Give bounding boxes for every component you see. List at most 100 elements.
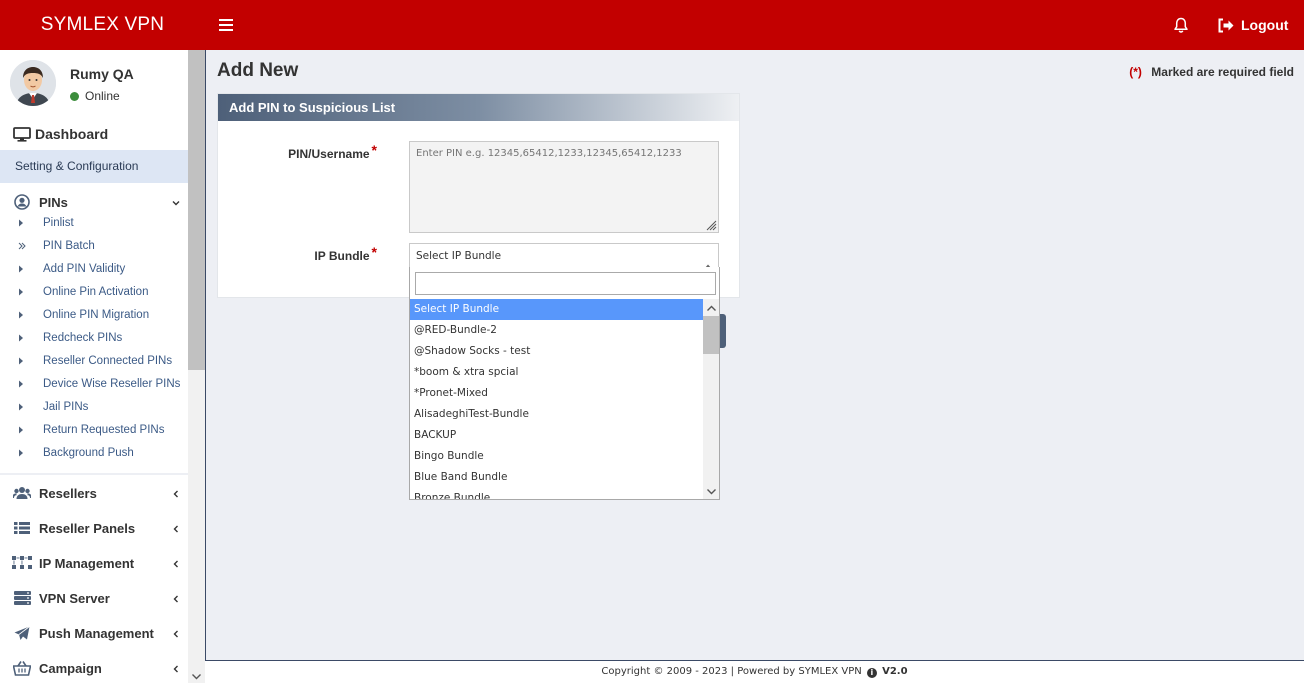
footer-copyright: Copyright © 2009 - 2023 | Powered by SYM… xyxy=(601,666,862,677)
chevron-down-icon xyxy=(172,196,180,208)
sidebar-item-label: Reseller Connected PINs xyxy=(43,355,173,367)
sidebar-item-redcheck-pins[interactable]: Redcheck PINs xyxy=(0,328,188,348)
sidebar-item-label: Pinlist xyxy=(43,217,74,229)
dropdown-option[interactable]: Select IP Bundle xyxy=(410,299,703,320)
nav-push-management-label: Push Management xyxy=(39,625,154,641)
dropdown-option[interactable]: Blue Band Bundle xyxy=(410,467,703,488)
sidebar-item-label: PIN Batch xyxy=(43,240,95,252)
dropdown-scrollbar-thumb[interactable] xyxy=(703,316,719,354)
logout-label: Logout xyxy=(1241,17,1289,33)
chevron-left-icon xyxy=(172,557,180,569)
content-divider xyxy=(205,50,206,660)
nav-vpn-server-label: VPN Server xyxy=(39,590,110,606)
nav-vpn-server[interactable]: VPN Server xyxy=(0,583,188,613)
sidebar-item-pinlist[interactable]: Pinlist xyxy=(0,213,188,233)
ip-bundle-selected-value: Select IP Bundle xyxy=(416,250,502,262)
scroll-up-arrow-icon[interactable] xyxy=(706,303,717,312)
footer-version: V2.0 xyxy=(882,666,908,677)
caret-right-icon xyxy=(18,449,36,457)
required-note-text: Marked are required field xyxy=(1151,65,1294,79)
server-icon xyxy=(12,590,32,606)
dropdown-option[interactable]: *Pronet-Mixed xyxy=(410,383,703,404)
dropdown-option[interactable]: *boom & xtra spcial xyxy=(410,362,703,383)
nav-push-management[interactable]: Push Management xyxy=(0,618,188,648)
sidebar-item-online-pin-migration[interactable]: Online PIN Migration xyxy=(0,305,188,325)
nav-reseller-panels[interactable]: Reseller Panels xyxy=(0,513,188,543)
sidebar-item-label: Online Pin Activation xyxy=(43,286,149,298)
nav-reseller-panels-label: Reseller Panels xyxy=(39,520,136,536)
top-header: SYMLEX VPN Logout xyxy=(0,0,1304,50)
dropdown-option[interactable]: AlisadeghiTest-Bundle xyxy=(410,404,703,425)
hamburger-icon[interactable] xyxy=(219,17,233,33)
dropdown-option[interactable]: Bronze Bundle xyxy=(410,488,703,499)
avatar xyxy=(10,60,56,106)
sidebar-scrollbar-thumb[interactable] xyxy=(188,50,205,370)
pin-username-label: PIN/Username * xyxy=(217,142,377,161)
caret-right-icon xyxy=(18,288,36,296)
ip-bundle-options-list: Select IP Bundle @RED-Bundle-2 @Shadow S… xyxy=(410,299,703,499)
nav-campaign[interactable]: Campaign xyxy=(0,653,188,683)
dropdown-option[interactable]: BACKUP xyxy=(410,425,703,446)
sidebar-scrollbar[interactable] xyxy=(188,50,205,683)
basket-icon xyxy=(12,660,32,676)
scroll-down-arrow-icon[interactable] xyxy=(191,671,202,680)
sidebar-item-jail-pins[interactable]: Jail PINs xyxy=(0,397,188,417)
dropdown-option[interactable]: Bingo Bundle xyxy=(410,446,703,467)
sidebar-item-label: Redcheck PINs xyxy=(43,332,123,344)
caret-right-icon xyxy=(18,311,36,319)
resize-grip-icon[interactable] xyxy=(705,219,717,231)
sidebar-item-background-push[interactable]: Background Push xyxy=(0,443,188,463)
bell-icon[interactable] xyxy=(1173,17,1189,34)
caret-right-icon xyxy=(18,334,36,342)
sidebar-item-add-pin-validity[interactable]: Add PIN Validity xyxy=(0,259,188,279)
sidebar-item-online-pin-activation[interactable]: Online Pin Activation xyxy=(0,282,188,302)
info-icon: i xyxy=(866,668,877,678)
sidebar-divider xyxy=(0,473,188,475)
nav-resellers-label: Resellers xyxy=(39,485,97,501)
dropdown-scrollbar[interactable] xyxy=(703,299,719,499)
caret-right-icon xyxy=(18,265,36,273)
logout-button[interactable]: Logout xyxy=(1217,16,1288,34)
ip-bundle-select[interactable]: Select IP Bundle xyxy=(409,243,719,269)
nav-resellers[interactable]: Resellers xyxy=(0,478,188,508)
dropdown-option[interactable]: @RED-Bundle-2 xyxy=(410,320,703,341)
chevron-left-icon xyxy=(172,522,180,534)
ip-bundle-label: IP Bundle * xyxy=(217,244,377,263)
pin-username-textarea[interactable] xyxy=(409,141,719,233)
list-icon xyxy=(12,520,32,536)
brand-logo-text[interactable]: SYMLEX VPN xyxy=(0,0,205,50)
desktop-icon xyxy=(12,126,32,142)
caret-right-icon xyxy=(18,426,36,434)
sidebar-item-device-wise-reseller-pins[interactable]: Device Wise Reseller PINs xyxy=(0,374,188,394)
sidebar-item-label: Background Push xyxy=(43,447,134,459)
sidebar-item-return-requested-pins[interactable]: Return Requested PINs xyxy=(0,420,188,440)
chevron-left-icon xyxy=(172,627,180,639)
dropdown-option[interactable]: @Shadow Socks - test xyxy=(410,341,703,362)
sidebar-item-label: Return Requested PINs xyxy=(43,424,165,436)
user-status: Online xyxy=(70,89,120,103)
sign-out-icon xyxy=(1218,18,1234,32)
paper-plane-icon xyxy=(12,625,32,641)
sidebar: Rumy QA Online Dashboard Setting & Confi… xyxy=(0,50,205,683)
nav-campaign-label: Campaign xyxy=(39,660,102,676)
sidebar-item-label: Online PIN Migration xyxy=(43,309,150,321)
user-panel: Rumy QA Online xyxy=(10,60,134,106)
users-icon xyxy=(12,485,32,501)
footer: Copyright © 2009 - 2023 | Powered by SYM… xyxy=(205,660,1304,683)
sidebar-item-pin-batch[interactable]: PIN Batch xyxy=(0,236,188,256)
user-circle-icon xyxy=(12,194,32,210)
required-star: * xyxy=(371,142,377,158)
online-status-dot xyxy=(70,91,79,101)
sidebar-item-label: Device Wise Reseller PINs xyxy=(43,378,181,390)
nav-pins-label: PINs xyxy=(39,194,68,210)
scroll-down-arrow-icon[interactable] xyxy=(706,486,717,495)
nav-ip-management[interactable]: IP Management xyxy=(0,548,188,578)
ip-bundle-search-input[interactable] xyxy=(415,272,716,295)
chevron-left-icon xyxy=(172,592,180,604)
nav-dashboard[interactable]: Dashboard xyxy=(0,119,188,149)
pin-username-label-text: PIN/Username xyxy=(288,147,370,161)
sidebar-item-reseller-connected-pins[interactable]: Reseller Connected PINs xyxy=(0,351,188,371)
ip-bundle-label-text: IP Bundle xyxy=(314,249,370,263)
caret-right-icon xyxy=(18,357,36,365)
user-status-label: Online xyxy=(85,89,120,103)
